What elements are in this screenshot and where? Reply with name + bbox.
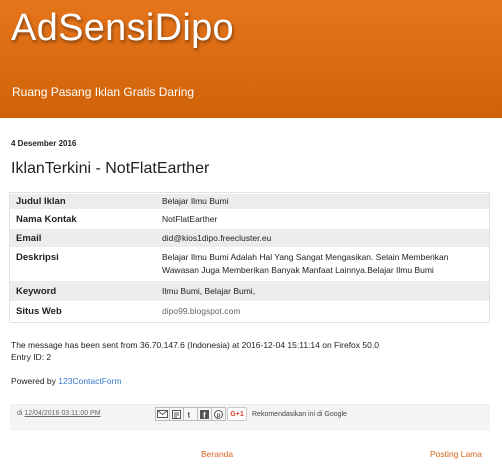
blog-this-icon[interactable] [169,407,184,421]
blog-title[interactable]: AdSensiDipo [11,7,234,50]
older-posts-link[interactable]: Posting Lama [430,449,482,459]
home-link[interactable]: Beranda [201,449,233,459]
website-link[interactable]: dipo99.blogspot.com [156,301,490,322]
entry-id: Entry ID: 2 [11,352,52,362]
field-value: Belajar Ilmu Bumi [156,193,490,210]
permalink-time[interactable]: 12/04/2016 03:11:00 PM [24,410,100,417]
post-date: 4 Desember 2016 [11,139,77,148]
pinterest-icon[interactable]: p [211,407,226,421]
svg-text:p: p [217,412,221,419]
field-value: did@kios1dipo.freecluster.eu [156,228,490,248]
table-row: Email did@kios1dipo.freecluster.eu [10,228,490,248]
twitter-icon[interactable]: t [183,407,198,421]
contact-form-link[interactable]: 123ContactForm [58,376,121,386]
description-line: Wawasan Juga Memberikan Banyak Manfaat L… [162,265,434,275]
field-label: Situs Web [10,301,156,322]
posted-prefix: di [17,410,23,417]
field-label: Deskripsi [10,247,156,281]
facebook-icon[interactable]: f [197,407,212,421]
table-row: Situs Web dipo99.blogspot.com [10,301,490,322]
description-line: Belajar Ilmu Bumi Adalah Hal Yang Sangat… [162,252,449,262]
field-label: Judul Iklan [10,193,156,210]
table-row: Judul Iklan Belajar Ilmu Bumi [10,193,490,210]
powered-by-label: Powered by [11,376,56,386]
powered-by: Powered by 123ContactForm [11,376,122,386]
field-value: Ilmu Bumi, Belajar Bumi, [156,280,490,302]
recommend-text: Rekomendasikan ini di Google [252,411,347,418]
message-line: The message has been sent from 36.70.147… [11,340,379,350]
email-icon[interactable] [155,407,170,421]
post-footer [10,404,490,430]
svg-text:f: f [203,411,206,419]
blog-description: Ruang Pasang Iklan Gratis Daring [12,85,195,99]
google-plus-one-button[interactable]: G+1 [227,407,247,421]
table-row: Keyword Ilmu Bumi, Belajar Bumi, [10,280,490,302]
field-label: Keyword [10,280,156,302]
table-row: Nama Kontak NotFlatEarther [10,209,490,229]
svg-text:t: t [188,410,191,419]
post-title[interactable]: IklanTerkini - NotFlatEarther [11,160,209,178]
post-timestamp: di 12/04/2016 03:11:00 PM [17,410,101,417]
ad-details-table: Judul Iklan Belajar Ilmu Bumi Nama Konta… [10,193,490,322]
field-value: NotFlatEarther [156,209,490,229]
field-value: Belajar Ilmu Bumi Adalah Hal Yang Sangat… [156,247,490,281]
table-row: Deskripsi Belajar Ilmu Bumi Adalah Hal Y… [10,247,490,281]
submission-message: The message has been sent from 36.70.147… [11,339,379,363]
field-label: Nama Kontak [10,209,156,229]
field-label: Email [10,228,156,248]
blog-header: AdSensiDipo Ruang Pasang Iklan Gratis Da… [0,0,502,118]
